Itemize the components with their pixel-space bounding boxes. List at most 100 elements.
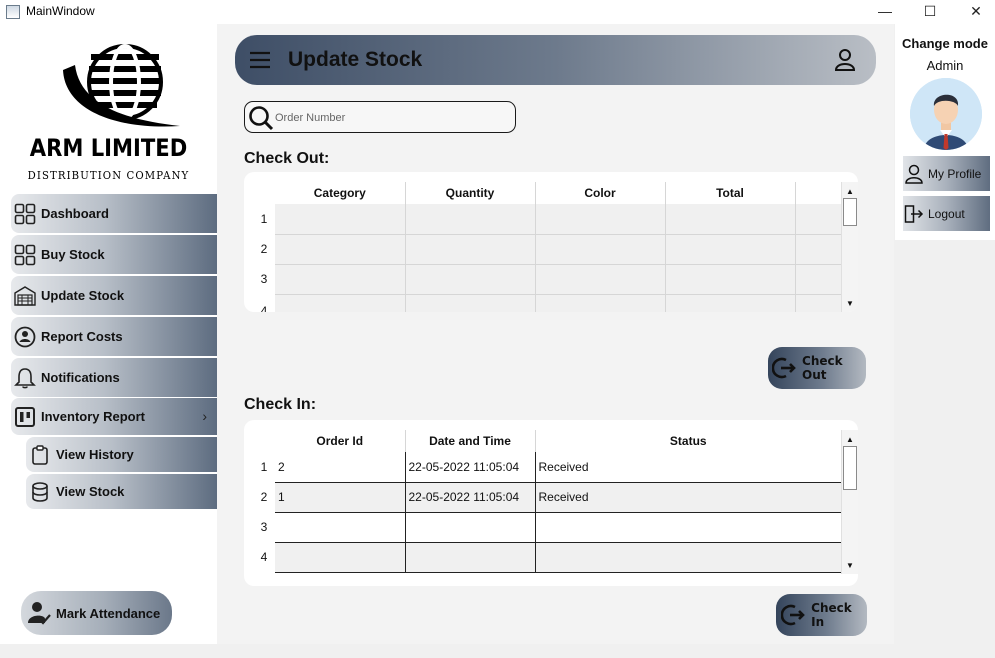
database-icon: [28, 480, 52, 504]
table-cell[interactable]: [535, 234, 666, 265]
sidebar-item-label: Update Stock: [41, 288, 125, 303]
table-cell[interactable]: [275, 234, 406, 265]
avatar-person-icon: [910, 78, 982, 150]
user-check-icon: [24, 598, 54, 628]
datetime-cell[interactable]: 22-05-2022 11:05:04: [405, 482, 536, 513]
table-row[interactable]: 4: [253, 294, 842, 312]
table-cell[interactable]: [795, 264, 842, 295]
warehouse-icon: [13, 284, 37, 308]
sidebar-item-buy-stock[interactable]: Buy Stock: [11, 235, 217, 274]
column-header[interactable]: Status: [535, 430, 841, 452]
scroll-thumb[interactable]: [843, 446, 857, 490]
datetime-cell[interactable]: 22-05-2022 11:05:04: [405, 452, 536, 483]
status-cell[interactable]: Received: [535, 482, 841, 513]
scroll-down-arrow-icon[interactable]: ▼: [842, 558, 858, 572]
sidebar-item-inventory-report[interactable]: Inventory Report ›: [11, 398, 217, 435]
checkout-vertical-scrollbar[interactable]: ▲ ▼: [841, 182, 858, 312]
scroll-thumb[interactable]: [843, 198, 857, 226]
column-header[interactable]: Category: [275, 182, 406, 204]
change-mode-label[interactable]: Change mode: [895, 36, 995, 51]
status-cell[interactable]: [535, 542, 841, 573]
table-cell[interactable]: [665, 294, 796, 312]
table-cell[interactable]: [795, 204, 842, 235]
table-cell[interactable]: [275, 264, 406, 295]
table-cell[interactable]: [405, 234, 536, 265]
table-cell[interactable]: [405, 264, 536, 295]
sidebar-item-notifications[interactable]: Notifications: [11, 358, 217, 397]
table-cell[interactable]: [535, 204, 666, 235]
column-header: [795, 182, 841, 204]
column-header[interactable]: Color: [535, 182, 666, 204]
row-number: 2: [253, 234, 275, 264]
row-number: 4: [253, 542, 275, 572]
table-row[interactable]: 3: [253, 512, 841, 543]
table-cell[interactable]: [665, 204, 796, 235]
checkin-vertical-scrollbar[interactable]: ▲ ▼: [841, 430, 858, 574]
table-row[interactable]: 2: [253, 234, 842, 265]
datetime-cell[interactable]: [405, 542, 536, 573]
table-cell[interactable]: [275, 294, 406, 312]
column-header[interactable]: Order Id: [275, 430, 406, 452]
check-out-button[interactable]: Check Out: [768, 347, 866, 389]
mark-attendance-button[interactable]: Mark Attendance: [21, 591, 172, 635]
table-cell[interactable]: [405, 204, 536, 235]
table-row[interactable]: 4: [253, 542, 841, 573]
order-id-cell[interactable]: [275, 512, 406, 543]
hamburger-menu-icon[interactable]: [249, 49, 271, 71]
table-corner: [253, 430, 275, 452]
sidebar-item-dashboard[interactable]: Dashboard: [11, 194, 217, 233]
order-id-cell[interactable]: 2: [275, 452, 406, 483]
column-header[interactable]: Quantity: [405, 182, 536, 204]
table-cell[interactable]: [275, 204, 406, 235]
logout-button[interactable]: Logout: [903, 196, 990, 231]
scroll-up-arrow-icon[interactable]: ▲: [842, 184, 858, 198]
row-number: 1: [253, 452, 275, 482]
minimize-button[interactable]: —: [862, 0, 908, 22]
brand-name: ARM LIMITED: [29, 134, 188, 162]
close-button[interactable]: ✕: [953, 0, 995, 22]
table-cell[interactable]: [535, 294, 666, 312]
checkin-grid: Order Id Date and Time Status 1 2 22-05-…: [253, 430, 841, 573]
status-cell[interactable]: Received: [535, 452, 841, 483]
sidebar-item-view-history[interactable]: View History: [26, 437, 217, 472]
check-in-button[interactable]: Check In: [776, 594, 867, 636]
sidebar-item-view-stock[interactable]: View Stock: [26, 474, 217, 509]
chevron-right-icon: ›: [202, 408, 207, 424]
sidebar-item-update-stock[interactable]: Update Stock: [11, 276, 217, 315]
checkin-title: Check In:: [244, 396, 317, 413]
table-cell[interactable]: [535, 264, 666, 295]
my-profile-button[interactable]: My Profile: [903, 156, 990, 191]
table-cell[interactable]: [795, 234, 842, 265]
search-icon: [249, 106, 274, 131]
login-arrow-icon: [780, 602, 805, 628]
status-cell[interactable]: [535, 512, 841, 543]
datetime-cell[interactable]: [405, 512, 536, 543]
sidebar-item-report-costs[interactable]: Report Costs: [11, 317, 217, 356]
table-cell[interactable]: [665, 234, 796, 265]
bell-icon: [13, 366, 37, 390]
table-cell[interactable]: [405, 294, 536, 312]
table-row[interactable]: 1 2 22-05-2022 11:05:04 Received: [253, 452, 841, 483]
app-icon: [6, 5, 20, 19]
page-header: Update Stock: [235, 35, 876, 85]
order-id-cell[interactable]: 1: [275, 482, 406, 513]
table-row[interactable]: 2 1 22-05-2022 11:05:04 Received: [253, 482, 841, 513]
title-bar: MainWindow — ☐ ✕: [0, 0, 995, 24]
window-title: MainWindow: [26, 4, 95, 18]
logout-label: Logout: [928, 206, 965, 221]
scroll-down-arrow-icon[interactable]: ▼: [842, 296, 858, 310]
table-cell[interactable]: [795, 294, 842, 312]
user-icon[interactable]: [834, 48, 856, 72]
column-header[interactable]: Total: [665, 182, 796, 204]
scroll-up-arrow-icon[interactable]: ▲: [842, 432, 858, 446]
column-header[interactable]: Date and Time: [405, 430, 536, 452]
table-cell[interactable]: [665, 264, 796, 295]
table-row[interactable]: 3: [253, 264, 842, 295]
table-row[interactable]: 1: [253, 204, 842, 235]
maximize-button[interactable]: ☐: [907, 0, 953, 22]
order-id-cell[interactable]: [275, 542, 406, 573]
brand-subtitle: DISTRIBUTION COMPANY: [27, 169, 190, 182]
sidebar-item-label: View Stock: [56, 484, 125, 499]
order-number-input[interactable]: [275, 108, 505, 128]
dashboard-grid-icon: [13, 202, 37, 226]
